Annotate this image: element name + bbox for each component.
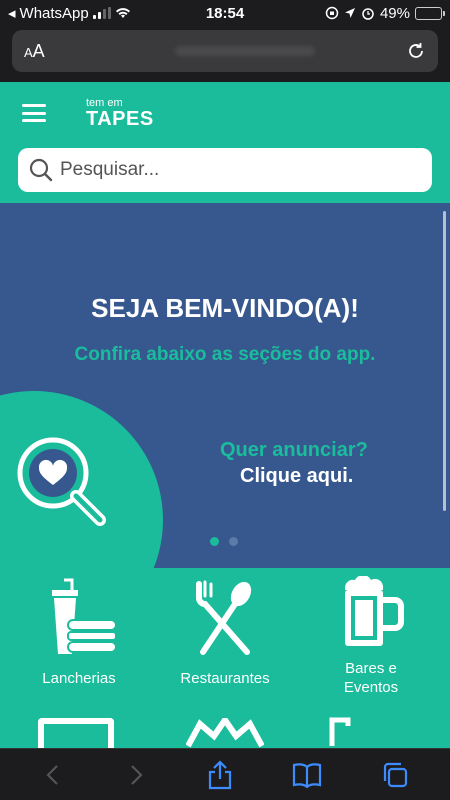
location-icon xyxy=(344,8,355,18)
crown-icon[interactable] xyxy=(186,718,264,748)
text-size-button[interactable]: AA xyxy=(24,41,45,62)
fork-spoon-icon xyxy=(196,580,252,655)
fast-food-icon xyxy=(52,578,117,654)
alarm-icon xyxy=(362,8,374,20)
search-icon xyxy=(29,158,53,182)
battery-icon xyxy=(415,6,445,20)
beer-mug-icon xyxy=(344,576,404,646)
heart-search-badge xyxy=(0,391,163,568)
category-label: Restaurantes xyxy=(180,670,270,687)
welcome-title: SEJA BEM-VINDO(A)! xyxy=(91,293,359,323)
tool-icon[interactable] xyxy=(326,716,356,748)
battery-percent: 49% xyxy=(379,4,410,22)
category-label: Lancherias xyxy=(42,670,116,687)
back-app-label: WhatsApp xyxy=(19,4,89,22)
welcome-carousel[interactable]: SEJA BEM-VINDO(A)! Confira abaixo as seç… xyxy=(0,203,450,568)
briefcase-icon[interactable] xyxy=(38,718,114,748)
bookmarks-icon[interactable] xyxy=(292,762,322,788)
logo[interactable]: tem em TAPES xyxy=(86,98,154,130)
carousel-indicator xyxy=(210,537,238,546)
advertise-link[interactable]: Clique aqui. xyxy=(240,465,353,488)
scrollbar[interactable] xyxy=(443,211,446,511)
category-label-line1: Bares e xyxy=(345,660,397,677)
category-bares-eventos[interactable]: Bares e Eventos xyxy=(296,576,446,698)
category-label-line2: Eventos xyxy=(343,678,399,696)
wifi-icon xyxy=(115,8,130,18)
address-bar[interactable]: AA xyxy=(12,30,438,72)
back-to-app[interactable]: ◂ WhatsApp xyxy=(8,4,168,22)
forward-icon[interactable] xyxy=(124,763,148,787)
share-icon[interactable] xyxy=(207,759,233,790)
browser-toolbar: AA xyxy=(0,26,450,82)
orientation-lock-icon xyxy=(325,6,339,20)
back-arrow-icon: ◂ xyxy=(8,5,16,22)
carousel-dot[interactable] xyxy=(210,537,219,546)
carousel-dot[interactable] xyxy=(229,537,238,546)
logo-big-text: TAPES xyxy=(86,108,154,130)
back-icon[interactable] xyxy=(41,763,65,787)
hamburger-menu-icon[interactable] xyxy=(22,104,46,122)
url-text xyxy=(174,46,315,56)
heart-magnifier-icon xyxy=(17,437,106,526)
search-box[interactable] xyxy=(18,148,432,192)
category-label: Bares e Eventos xyxy=(296,660,446,698)
advertise-question: Quer anunciar? xyxy=(220,439,368,461)
welcome-subtitle: Confira abaixo as seções do app. xyxy=(74,344,376,365)
app-page: tem em TAPES SEJA BEM-VINDO(A)! Confira … xyxy=(0,82,450,748)
app-header: tem em TAPES xyxy=(0,82,450,202)
tabs-icon[interactable] xyxy=(381,761,409,789)
category-lancherias[interactable]: Lancherias xyxy=(4,578,154,689)
cell-signal-icon xyxy=(92,7,111,19)
search-input[interactable] xyxy=(60,159,400,181)
browser-bottom-toolbar xyxy=(0,748,450,800)
category-grid: Lancherias Restaurantes Bares e Eventos xyxy=(0,568,450,748)
reload-icon[interactable] xyxy=(406,41,426,61)
category-restaurantes[interactable]: Restaurantes xyxy=(150,578,300,689)
status-bar: ◂ WhatsApp 18:54 49% xyxy=(0,0,450,26)
